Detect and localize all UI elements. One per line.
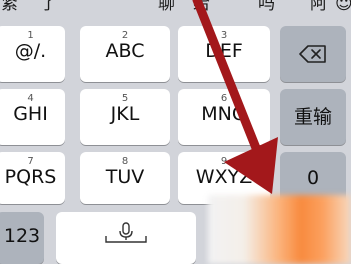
annotation-arrow — [192, 0, 278, 194]
